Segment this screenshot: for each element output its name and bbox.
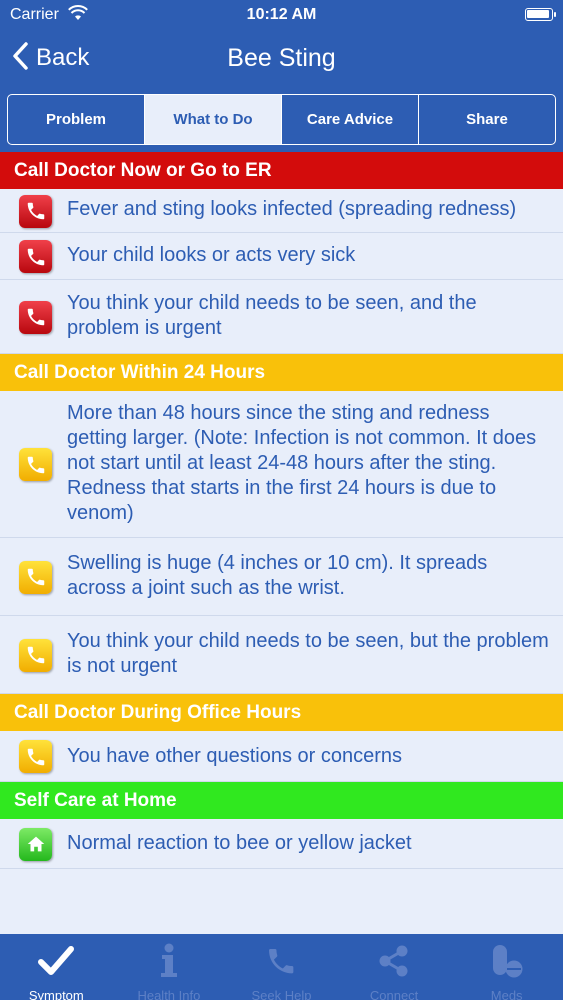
phone-icon — [19, 560, 52, 594]
tabbar-label: Symptom — [28, 988, 84, 1000]
phone-icon — [19, 638, 52, 672]
list-item[interactable]: You think your child needs to be seen, a… — [0, 280, 563, 354]
info-icon — [148, 942, 190, 983]
segmented-control: Problem What to Do Care Advice Share — [7, 94, 556, 145]
list-item-text: Normal reaction to bee or yellow jacket — [67, 832, 412, 854]
section-header: Self Care at Home — [0, 782, 563, 819]
navigation-bar: Back Bee Sting — [0, 30, 563, 86]
phone-icon — [19, 448, 52, 481]
tabbar-label: Seek Help — [251, 988, 312, 1000]
list-item-text: Your child looks or acts very sick — [67, 244, 356, 266]
list-item[interactable]: Normal reaction to bee or yellow jacket — [0, 819, 563, 869]
tab-problem[interactable]: Problem — [8, 95, 145, 144]
tabbar-item-symptom[interactable]: Symptom — [0, 934, 113, 1000]
bottom-tab-bar: Symptom Health Info Seek Help Connect Meds — [0, 934, 563, 1000]
section-header: Call Doctor Now or Go to ER — [0, 152, 563, 189]
phone-icon — [260, 942, 302, 983]
tabbar-item-seek-help[interactable]: Seek Help — [225, 934, 338, 1000]
pills-icon — [486, 942, 528, 983]
checkmark-icon — [35, 942, 77, 983]
tabbar-label: Connect — [369, 988, 419, 1000]
list-item-text: Swelling is huge (4 inches or 10 cm). It… — [67, 552, 488, 599]
tabbar-label: Health Info — [137, 988, 201, 1000]
list-item-text: Fever and sting looks infected (spreadin… — [67, 198, 517, 220]
tabbar-item-connect[interactable]: Connect — [338, 934, 451, 1000]
tabbar-label: Meds — [490, 988, 523, 1000]
battery-icon — [525, 8, 556, 21]
page-title: Bee Sting — [227, 44, 336, 72]
list-item[interactable]: Fever and sting looks infected (spreadin… — [0, 189, 563, 233]
tabbar-item-meds[interactable]: Meds — [450, 934, 563, 1000]
share-icon — [373, 942, 415, 983]
list-item[interactable]: More than 48 hours since the sting and r… — [0, 391, 563, 538]
segment-bar: Problem What to Do Care Advice Share — [0, 86, 563, 152]
tab-share[interactable]: Share — [419, 95, 555, 144]
list-item-text: More than 48 hours since the sting and r… — [67, 402, 537, 524]
list-item-text: You think your child needs to be seen, a… — [67, 292, 477, 339]
list-item[interactable]: You have other questions or concerns — [0, 731, 563, 782]
tabbar-item-health-info[interactable]: Health Info — [113, 934, 226, 1000]
phone-icon — [19, 240, 52, 273]
advice-list: Call Doctor Now or Go to ER Fever and sti… — [0, 152, 563, 934]
phone-icon — [19, 740, 52, 773]
tab-what-to-do[interactable]: What to Do — [145, 95, 282, 144]
list-item[interactable]: You think your child needs to be seen, b… — [0, 616, 563, 694]
section-header: Call Doctor During Office Hours — [0, 694, 563, 731]
phone-icon — [19, 194, 52, 228]
list-item[interactable]: Your child looks or acts very sick — [0, 233, 563, 280]
list-item-text: You think your child needs to be seen, b… — [67, 630, 549, 677]
tab-care-advice[interactable]: Care Advice — [282, 95, 419, 144]
section-header: Call Doctor Within 24 Hours — [0, 354, 563, 391]
list-item[interactable]: Swelling is huge (4 inches or 10 cm). It… — [0, 538, 563, 616]
status-time: 10:12 AM — [246, 6, 317, 23]
list-item-text: You have other questions or concerns — [67, 745, 403, 767]
phone-icon — [19, 300, 52, 334]
status-bar: Carrier 10:12 AM — [0, 0, 563, 30]
home-icon — [19, 827, 52, 861]
